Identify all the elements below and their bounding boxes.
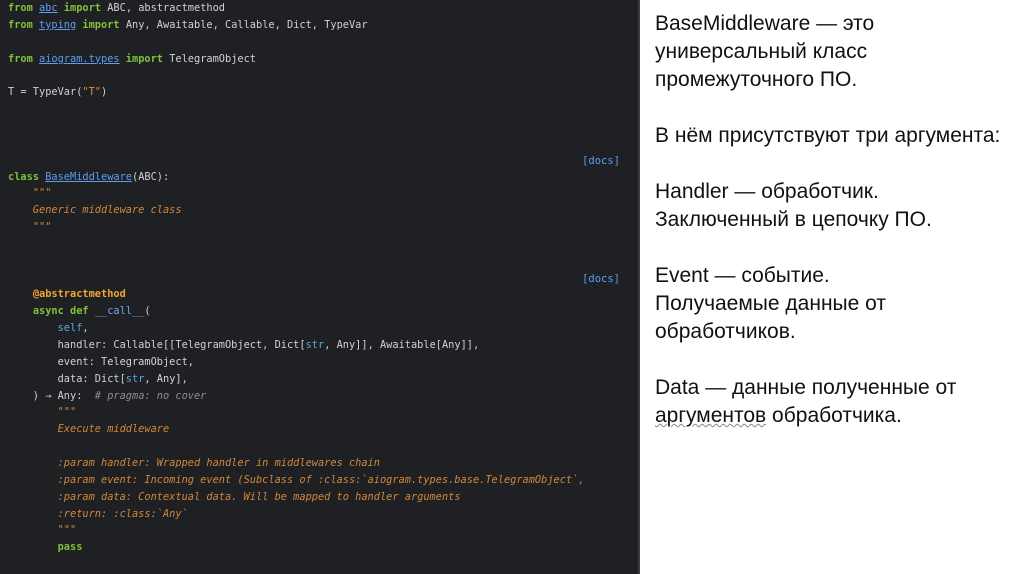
code-line: pass [8,541,83,554]
code-token: self [57,322,83,335]
code-link[interactable]: typing [39,19,76,31]
handler-line1: Handler — обработчик. [655,180,879,203]
code-token: Any, Awaitable, Callable, Dict, TypeVar [125,18,368,31]
code-token: str [305,339,325,351]
code-token: handler: Callable[[TelegramObject, Dict[ [8,339,306,351]
code-line: :param event: Incoming event (Subclass o… [8,474,585,486]
code-token: :param data: Contextual data. Will be ma… [8,490,461,503]
code-token: :param event: Incoming event (Subclass o… [8,473,585,486]
intro-paragraph: BaseMiddleware — это универсальный класс… [655,12,875,91]
code-token: str [125,372,145,385]
code-token: """ [8,221,52,234]
code-line: from aiogram.types import TelegramObject [8,53,256,65]
code-token: """ [8,524,77,537]
code-token: ) → Any: [8,389,95,402]
code-token: :return: :class:`Any` [8,507,188,520]
code-token: from [8,2,39,14]
code-line: async def __call__( [8,305,151,317]
code-token: from [8,18,39,31]
code-line: Execute middleware [8,423,170,436]
event-line2: Получаемые данные от обработчиков. [655,292,886,343]
code-line: ) → Any: # pragma: no cover [8,389,207,402]
code-line: event: TelegramObject, [8,356,194,368]
arguments-paragraph: В нём присутствуют три аргумента: [655,124,1001,147]
code-token: , Any]], Awaitable[Any]], [324,339,480,351]
code-line: :param data: Contextual data. Will be ma… [8,491,461,503]
code-token: ( [144,305,151,318]
slide-text: BaseMiddleware — это универсальный класс… [655,10,1015,458]
handler-line2: Заключенный в цепочку ПО. [655,208,932,231]
code-token: async def [32,305,95,318]
code-line: T = TypeVar("T") [8,86,107,98]
code-token: import [119,52,170,65]
code-token: """ [8,406,77,419]
code-line: Generic middleware class [8,204,182,216]
code-line: :return: :class:`Any` [8,508,188,520]
code-line: data: Dict[str, Any], [8,373,188,385]
code-token: class [8,170,46,183]
code-token: Execute middleware [8,423,170,436]
handler-paragraph: Handler — обработчик. Заключенный в цепоч… [655,178,1015,234]
event-line1: Event — событие. [655,264,830,287]
code-token: "T" [82,86,102,99]
code-line: class BaseMiddleware(ABC): [8,171,169,183]
code-line: """ [8,524,77,537]
code-line: from typing import Any, Awaitable, Calla… [8,19,368,31]
code-token: ) [101,86,108,99]
code-token: pass [57,541,83,554]
code-link[interactable]: aiogram.types [39,53,120,65]
code-token: import [57,2,108,14]
code-line: """ [8,406,77,419]
docs-link[interactable]: [docs] [582,155,620,167]
code-token: event: TelegramObject, [8,355,194,368]
code-line: handler: Callable[[TelegramObject, Dict[… [8,339,480,351]
event-paragraph: Event — событие. Получаемые данные от обр… [655,262,1015,346]
code-line: """ [8,187,52,200]
code-line: :param handler: Wrapped handler in middl… [8,457,380,469]
code-token: from [8,52,39,65]
code-token: Generic middleware class [8,204,182,217]
code-token: data: Dict[ [8,372,126,385]
code-token: T = TypeVar( [8,86,83,99]
code-line: from abc import ABC, abstractmethod [8,2,225,14]
code-token: __call__ [94,305,145,318]
code-token: , [82,322,89,335]
code-token: , Any], [144,372,188,385]
code-token: """ [8,187,52,200]
code-token: TelegramObject [169,52,256,65]
data-text: Data — данные полученные от [655,376,957,399]
docs-link[interactable]: [docs] [582,273,620,285]
data-paragraph: Data — данные полученные от аргументов о… [655,374,1015,430]
code-token: :param handler: Wrapped handler in middl… [8,456,380,469]
code-line: self, [8,322,89,334]
data-text-end: обработчика. [766,404,902,427]
code-line: @abstractmethod [8,288,126,300]
code-token: @abstractmethod [32,288,126,301]
code-line: """ [8,221,52,234]
spellcheck-word: аргументов [655,404,767,427]
code-token: # pragma: no cover [94,389,207,402]
code-token: ABC, abstractmethod [107,2,226,14]
code-link[interactable]: abc [39,2,58,14]
code-token: import [76,18,126,31]
divider [638,0,640,574]
code-panel: from abc import ABC, abstractmethod from … [0,0,638,574]
code-link[interactable]: BaseMiddleware [45,171,132,183]
code-token: (ABC): [132,170,170,183]
